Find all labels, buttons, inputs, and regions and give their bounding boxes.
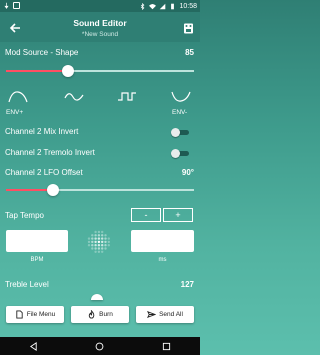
- envelope-up-icon[interactable]: [8, 90, 28, 104]
- slider-thumb[interactable]: [62, 65, 75, 77]
- nav-back-icon[interactable]: [29, 341, 38, 351]
- send-all-button[interactable]: Send All: [136, 306, 194, 323]
- bluetooth-icon: [139, 2, 146, 10]
- slider-fill: [6, 70, 69, 72]
- page-title: Sound Editor: [73, 18, 127, 28]
- waveform-label-env-minus: ENV-: [172, 109, 188, 116]
- file-icon: [16, 310, 23, 319]
- treble-level-value: 127: [180, 280, 194, 289]
- tempo-increment-button[interactable]: +: [163, 208, 193, 222]
- slider-fill: [6, 189, 53, 191]
- bpm-input[interactable]: [6, 230, 68, 252]
- treble-level-label: Treble Level: [5, 280, 49, 289]
- status-bar: 10:58: [0, 0, 200, 12]
- lfo-offset-value: 90°: [181, 168, 194, 177]
- toggle-label-tremolo-invert: Channel 2 Tremolo Invert: [5, 148, 95, 157]
- slider-thumb[interactable]: [47, 184, 59, 196]
- send-all-label: Send All: [159, 311, 183, 318]
- wifi-icon: [149, 3, 157, 10]
- switch-thumb[interactable]: [171, 128, 180, 137]
- tap-dots-icon[interactable]: [86, 229, 112, 255]
- battery-icon: [169, 3, 176, 10]
- system-nav-bar: [0, 337, 200, 355]
- page-subtitle: *New Sound: [81, 31, 119, 38]
- status-time: 10:58: [179, 2, 197, 10]
- treble-slider-thumb[interactable]: [91, 294, 103, 300]
- mod-source-value: 85: [185, 48, 194, 57]
- nav-home-icon[interactable]: [95, 342, 104, 351]
- notification-icon: [3, 2, 10, 9]
- waveform-label-env-plus: ENV+: [6, 109, 24, 116]
- burn-label: Burn: [99, 311, 113, 318]
- tap-tempo-label: Tap Tempo: [5, 211, 44, 220]
- envelope-down-icon[interactable]: [171, 90, 191, 104]
- ms-label: ms: [158, 257, 167, 263]
- ms-input[interactable]: [131, 230, 194, 252]
- signal-icon: [159, 3, 166, 10]
- sine-wave-icon[interactable]: [64, 90, 84, 104]
- pedal-icon[interactable]: [183, 21, 194, 34]
- file-menu-button[interactable]: File Menu: [6, 306, 64, 323]
- lfo-offset-label: Channel 2 LFO Offset: [5, 168, 83, 177]
- send-icon: [147, 310, 157, 319]
- toggle-label-mix-invert: Channel 2 Mix Invert: [5, 127, 79, 136]
- flame-icon: [88, 310, 95, 319]
- bpm-label: BPM: [30, 257, 44, 263]
- switch-thumb[interactable]: [171, 149, 180, 158]
- burn-button[interactable]: Burn: [71, 306, 129, 323]
- square-wave-icon[interactable]: [117, 90, 137, 104]
- file-menu-label: File Menu: [26, 311, 56, 318]
- title-bar: Sound Editor *New Sound: [0, 12, 200, 42]
- tempo-decrement-button[interactable]: -: [131, 208, 161, 222]
- app-notification-icon: [13, 2, 20, 9]
- nav-recents-icon[interactable]: [162, 342, 171, 351]
- mod-source-label: Mod Source - Shape: [5, 48, 79, 57]
